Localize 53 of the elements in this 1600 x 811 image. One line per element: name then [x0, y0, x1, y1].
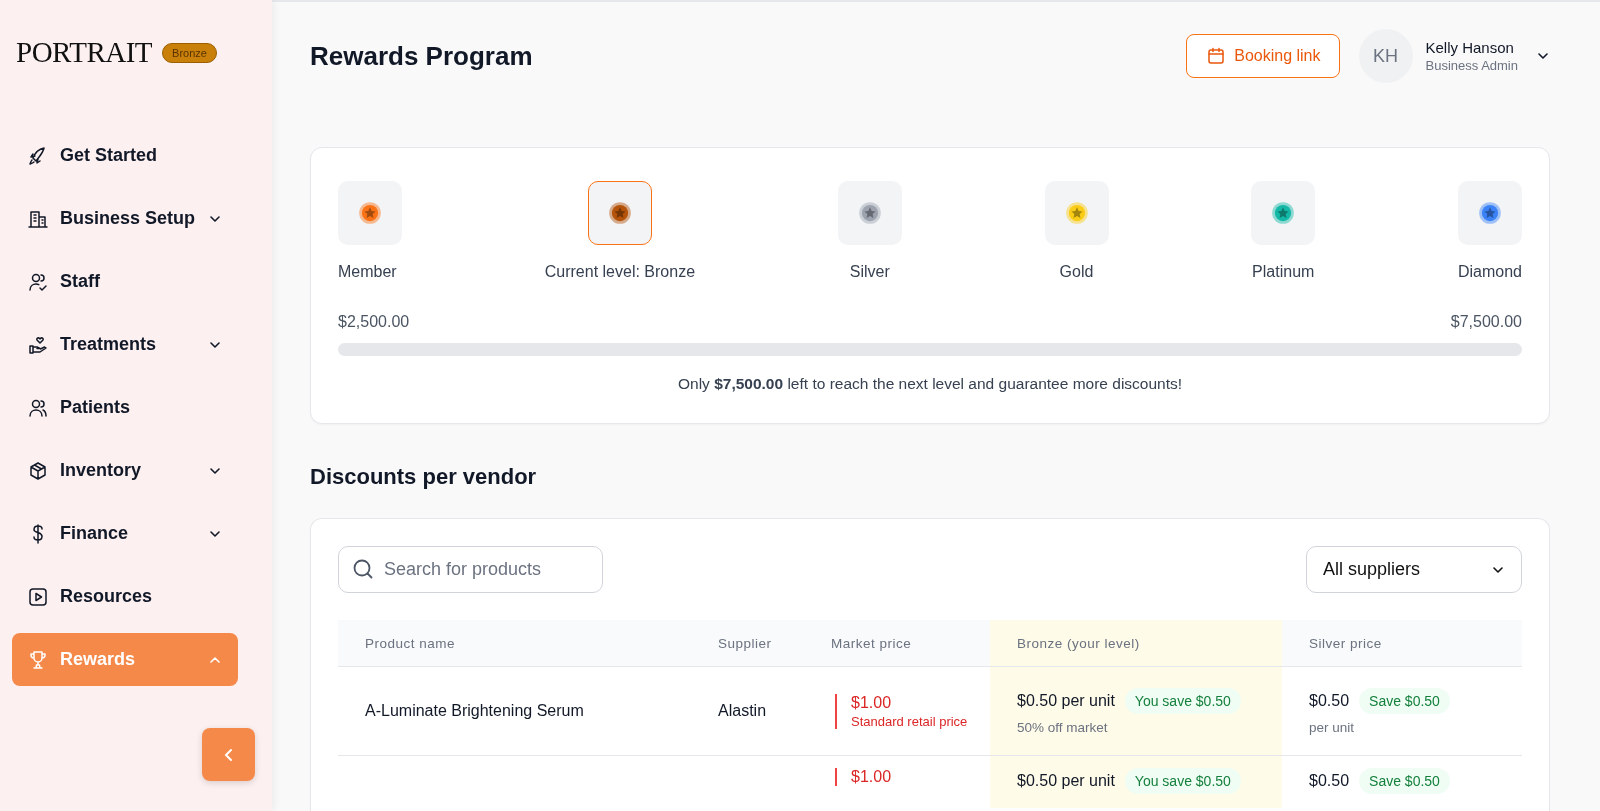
- tier-badge: Bronze: [162, 42, 217, 63]
- savings-tag: Save $0.50: [1359, 768, 1450, 794]
- column-header: Silver price: [1282, 620, 1522, 667]
- unit-note: per unit: [1309, 719, 1356, 735]
- calendar-icon: [1207, 47, 1226, 65]
- building-icon: [28, 208, 48, 229]
- column-header: Supplier: [691, 620, 804, 667]
- savings-tag: Save $0.50: [1359, 687, 1450, 714]
- column-header: Product name: [338, 620, 691, 667]
- play-icon: [28, 586, 48, 607]
- product-name: A-Luminate Brightening Serum: [365, 702, 584, 719]
- tier-label: Diamond: [1457, 263, 1522, 281]
- unit-price: $0.50 per unit: [1017, 772, 1115, 790]
- savings-tag: You save $0.50: [1124, 768, 1241, 794]
- tier-label: Member: [338, 263, 397, 281]
- tier-label: Current level: Bronze: [544, 263, 696, 281]
- page-title: Rewards Program: [310, 40, 534, 72]
- hand-heart-icon: [28, 334, 48, 355]
- section-heading: Discounts per vendor: [310, 464, 538, 491]
- rocket-icon: [28, 145, 48, 166]
- trophy-icon: [28, 649, 48, 670]
- column-header: Market price: [804, 620, 990, 667]
- min-amount: $2,500.00: [338, 313, 410, 331]
- sidebar-item[interactable]: Business Setup: [12, 192, 238, 245]
- tier-price: $0.50: [1309, 772, 1350, 790]
- sidebar-item[interactable]: Get Started: [12, 129, 238, 182]
- cube-icon: [28, 460, 48, 481]
- sidebar-item[interactable]: Inventory: [12, 444, 238, 497]
- tier-label: Silver: [849, 263, 890, 281]
- sidebar-item[interactable]: Staff: [12, 255, 238, 308]
- tier-label: Gold: [1059, 263, 1094, 281]
- tier-label: Platinum: [1252, 263, 1315, 281]
- sidebar-item[interactable]: Patients: [12, 381, 238, 434]
- users-icon: [28, 397, 48, 418]
- supplier-dropdown[interactable]: All suppliers: [1306, 546, 1522, 593]
- max-amount: $7,500.00: [1450, 313, 1522, 331]
- unit-price: $0.50 per unit: [1017, 691, 1115, 710]
- tier-price: $0.50: [1309, 691, 1350, 710]
- user-name: Kelly Hanson: [1425, 39, 1515, 56]
- search-field[interactable]: Search for products: [338, 546, 603, 593]
- savings-tag: You save $0.50: [1124, 687, 1241, 714]
- user-check-icon: [28, 271, 48, 292]
- booking-link-button[interactable]: Booking link: [1186, 34, 1340, 78]
- discount-note: 50% off market: [1017, 719, 1109, 735]
- user-avatar[interactable]: KH: [1358, 29, 1413, 83]
- column-header: Bronze (your level): [990, 620, 1282, 667]
- sidebar-item[interactable]: Finance: [12, 507, 238, 560]
- sidebar-item[interactable]: Treatments: [12, 318, 238, 371]
- user-role: Business Admin: [1425, 58, 1518, 73]
- progress-message: Only $7,500.00 left to reach the next level and guarantee more discounts!: [676, 375, 1184, 393]
- brand-logo: PORTRAIT: [16, 36, 153, 69]
- sidebar-item[interactable]: Resources: [12, 570, 238, 623]
- supplier-name: Alastin: [718, 702, 767, 719]
